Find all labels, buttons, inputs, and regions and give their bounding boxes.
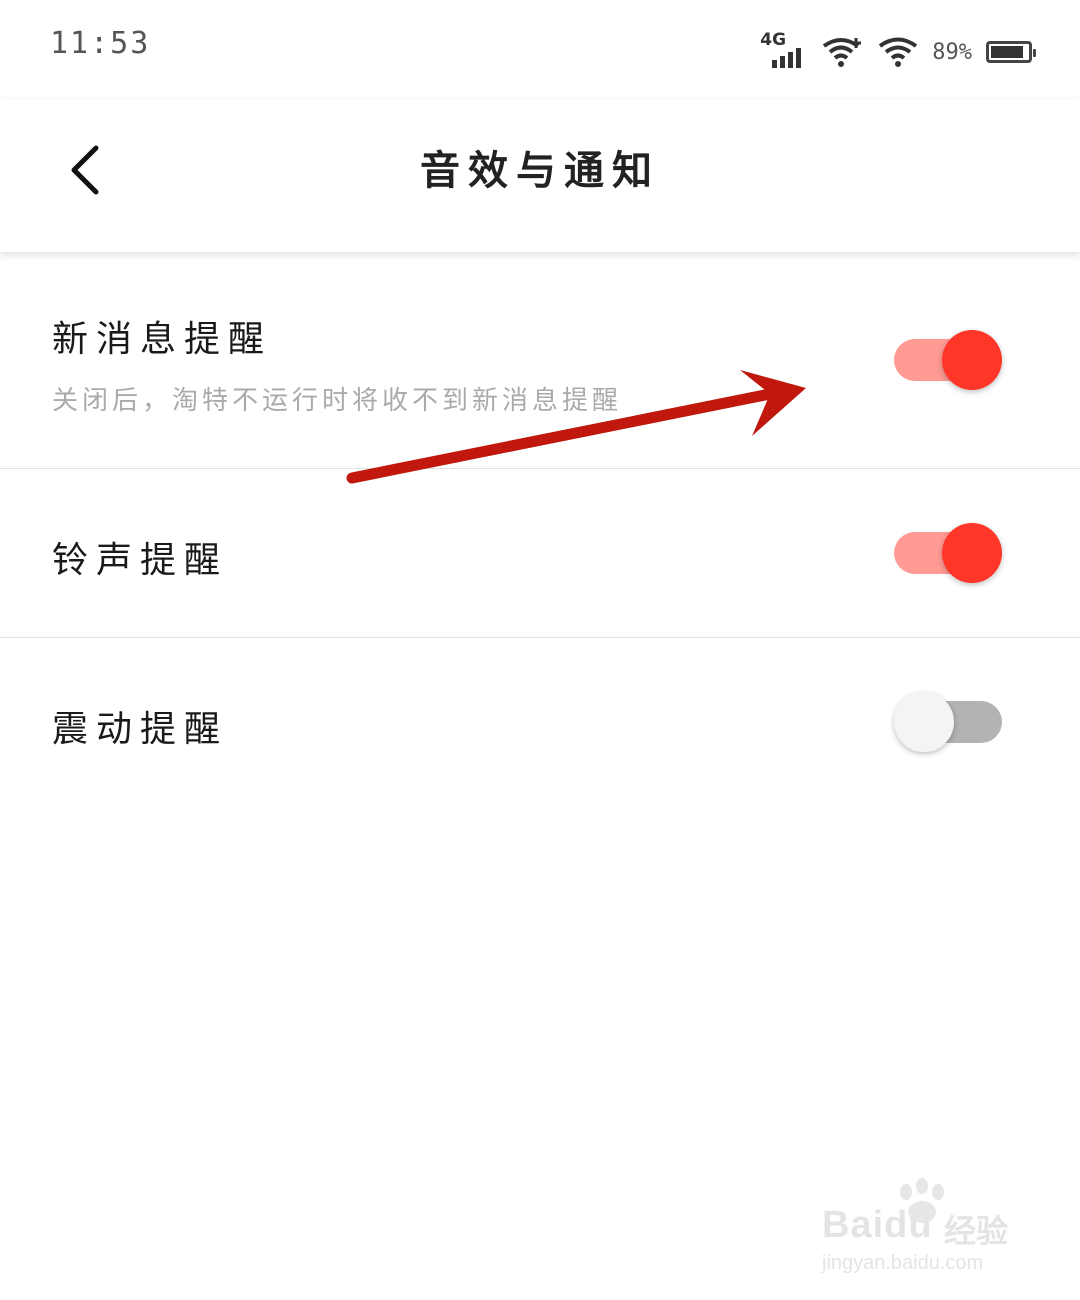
page-title: 音效与通知 bbox=[420, 147, 660, 194]
settings-list: 新消息提醒 关闭后，淘特不运行时将收不到新消息提醒 铃声提醒 震动提醒 bbox=[0, 252, 1080, 806]
wifi-icon bbox=[879, 37, 918, 67]
battery-percent: 89% bbox=[932, 39, 972, 65]
setting-row-vibration[interactable]: 震动提醒 bbox=[0, 638, 1080, 806]
signal-4g-icon: 4G bbox=[760, 30, 808, 70]
setting-row-new-message[interactable]: 新消息提醒 关闭后，淘特不运行时将收不到新消息提醒 bbox=[0, 252, 1080, 469]
setting-title: 震动提醒 bbox=[52, 709, 229, 750]
watermark-brand: Baidu bbox=[822, 1204, 933, 1246]
status-icons: 4G 89% bbox=[760, 30, 1036, 72]
vibration-toggle[interactable] bbox=[894, 692, 1002, 752]
setting-title: 新消息提醒 bbox=[52, 319, 273, 360]
watermark-url: jingyan.baidu.com bbox=[822, 1252, 984, 1274]
toggle-knob bbox=[942, 523, 1002, 583]
wifi-plus-icon bbox=[823, 38, 862, 67]
status-time: 11:53 bbox=[50, 26, 151, 61]
battery-icon bbox=[986, 41, 1036, 63]
new-message-toggle[interactable] bbox=[894, 330, 1002, 390]
status-bar: 11:53 4G 89% bbox=[0, 0, 1080, 100]
toggle-knob bbox=[894, 692, 954, 752]
toggle-knob bbox=[942, 330, 1002, 390]
setting-title: 铃声提醒 bbox=[52, 540, 229, 581]
app-header: 音效与通知 bbox=[0, 100, 1080, 252]
ringtone-toggle[interactable] bbox=[894, 523, 1002, 583]
setting-row-ringtone[interactable]: 铃声提醒 bbox=[0, 469, 1080, 638]
baidu-jingyan-watermark: Baidu 经验 jingyan.baidu.com bbox=[822, 1178, 1022, 1276]
setting-subtitle: 关闭后，淘特不运行时将收不到新消息提醒 bbox=[52, 386, 623, 416]
watermark-brand-cn: 经验 bbox=[944, 1212, 1009, 1250]
battery-fill bbox=[991, 46, 1023, 58]
